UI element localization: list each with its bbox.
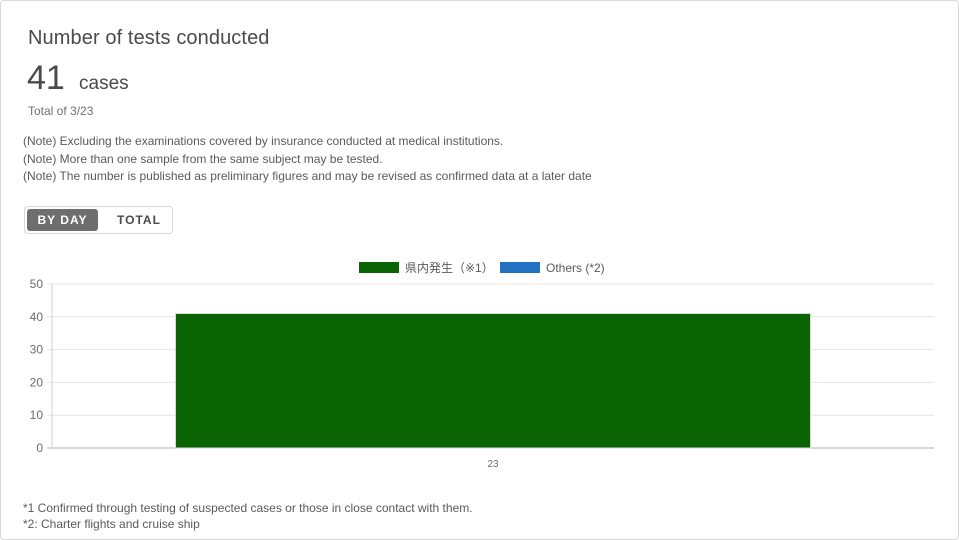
legend-swatch xyxy=(359,262,399,273)
footnotes: *1 Confirmed through testing of suspecte… xyxy=(23,501,473,532)
legend-swatch xyxy=(500,262,540,273)
y-tick-label: 50 xyxy=(30,277,44,291)
note-line: (Note) More than one sample from the sam… xyxy=(23,151,383,166)
total-button[interactable]: TOTAL xyxy=(104,209,174,231)
note-line: (Note) Excluding the examinations covere… xyxy=(23,134,504,148)
footnote-line: *1 Confirmed through testing of suspecte… xyxy=(23,501,473,515)
y-tick-label: 10 xyxy=(30,408,44,422)
date-label: Total of 3/23 xyxy=(28,104,94,118)
view-toggle: BY DAY TOTAL xyxy=(24,206,173,234)
tests-bar-chart: 0 10 20 30 40 50 23 県内発生（※1） Others (*2) xyxy=(30,261,934,470)
x-tick-label: 23 xyxy=(487,459,499,470)
legend-label: Others (*2) xyxy=(546,261,605,275)
count-unit: cases xyxy=(79,73,129,94)
y-tick-label: 40 xyxy=(30,310,44,324)
card-title: Number of tests conducted xyxy=(28,27,270,49)
note-line: (Note) The number is published as prelim… xyxy=(23,169,592,183)
by-day-button[interactable]: BY DAY xyxy=(27,209,98,231)
y-tick-label: 30 xyxy=(30,343,44,357)
legend-label: 県内発生（※1） xyxy=(405,261,494,275)
y-tick-label: 20 xyxy=(30,375,44,389)
total-count: 41 xyxy=(27,59,65,97)
notes: (Note) Excluding the examinations covere… xyxy=(23,133,592,186)
footnote-line: *2: Charter flights and cruise ship xyxy=(23,516,200,531)
tests-card: Number of tests conducted 41 cases Total… xyxy=(0,0,959,540)
bar xyxy=(174,313,812,449)
y-tick-label: 0 xyxy=(36,441,43,455)
